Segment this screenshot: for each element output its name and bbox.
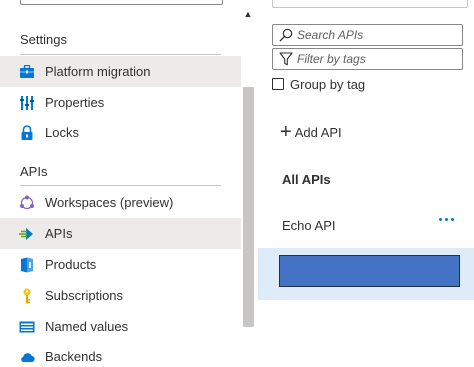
section-divider bbox=[20, 54, 221, 55]
section-divider bbox=[20, 185, 221, 186]
api-list-item-echo[interactable]: Echo API bbox=[270, 210, 474, 240]
sidebar-item-workspaces[interactable]: Workspaces (preview) bbox=[0, 187, 241, 218]
filter-placeholder: Filter by tags bbox=[297, 52, 366, 66]
sidebar-item-apis[interactable]: APIs bbox=[0, 218, 241, 249]
sidebar-item-label: Workspaces (preview) bbox=[45, 195, 174, 210]
api-arrow-icon bbox=[18, 225, 36, 243]
group-by-tag-checkbox[interactable]: Group by tag bbox=[272, 75, 365, 93]
lock-icon bbox=[18, 124, 36, 142]
search-apis-input[interactable]: Search APIs bbox=[272, 24, 463, 46]
filter-icon bbox=[279, 52, 293, 66]
sidebar-search-box[interactable] bbox=[20, 0, 223, 5]
redacted-block bbox=[279, 255, 460, 287]
section-header-settings: Settings bbox=[20, 32, 67, 47]
api-management-screen: ▲ Settings Platform migration Properties… bbox=[0, 0, 474, 367]
sidebar-item-named-values[interactable]: Named values bbox=[0, 311, 241, 342]
api-list-pane: Search APIs Filter by tags Group by tag … bbox=[258, 0, 474, 367]
api-name: Echo API bbox=[282, 217, 336, 233]
all-apis-header: All APIs bbox=[282, 172, 331, 187]
search-icon bbox=[279, 28, 293, 42]
sidebar-item-backends[interactable]: Backends bbox=[0, 341, 241, 367]
sidebar-item-label: APIs bbox=[45, 226, 73, 241]
more-options-icon[interactable] bbox=[439, 218, 454, 221]
checkbox-box[interactable] bbox=[272, 78, 284, 90]
plus-icon: + bbox=[280, 121, 292, 143]
filter-by-tags-input[interactable]: Filter by tags bbox=[272, 48, 463, 70]
named-values-icon bbox=[18, 318, 36, 336]
sidebar-item-locks[interactable]: Locks bbox=[0, 117, 241, 148]
scroll-up-arrow-icon[interactable]: ▲ bbox=[243, 10, 253, 19]
search-placeholder: Search APIs bbox=[297, 28, 364, 42]
section-header-apis: APIs bbox=[20, 164, 48, 179]
sidebar-nav: ▲ Settings Platform migration Properties… bbox=[0, 0, 257, 367]
key-icon bbox=[18, 287, 36, 305]
briefcase-icon bbox=[18, 63, 36, 81]
sidebar-item-label: Subscriptions bbox=[45, 288, 124, 303]
add-api-label: Add API bbox=[294, 124, 342, 140]
sidebar-scrollbar-thumb[interactable] bbox=[243, 87, 254, 327]
sidebar-item-label: Properties bbox=[45, 95, 105, 110]
sidebar-item-label: Platform migration bbox=[45, 64, 151, 79]
add-api-button[interactable]: + Add API bbox=[280, 122, 342, 142]
top-field-edge bbox=[272, 0, 468, 8]
sidebar-item-label: Backends bbox=[45, 349, 103, 364]
api-list-item-selected[interactable] bbox=[258, 248, 474, 300]
sidebar-item-subscriptions[interactable]: Subscriptions bbox=[0, 280, 241, 311]
workspaces-icon bbox=[18, 194, 36, 212]
sidebar-item-label: Named values bbox=[45, 319, 129, 334]
properties-icon bbox=[18, 94, 36, 112]
cloud-icon bbox=[18, 348, 36, 366]
products-icon bbox=[18, 256, 36, 274]
sidebar-item-platform-migration[interactable]: Platform migration bbox=[0, 56, 241, 87]
sidebar-item-products[interactable]: Products bbox=[0, 249, 241, 280]
group-by-tag-label: Group by tag bbox=[290, 76, 366, 92]
sidebar-item-label: Products bbox=[45, 257, 97, 272]
sidebar-item-label: Locks bbox=[45, 125, 79, 140]
sidebar-item-properties[interactable]: Properties bbox=[0, 87, 241, 118]
